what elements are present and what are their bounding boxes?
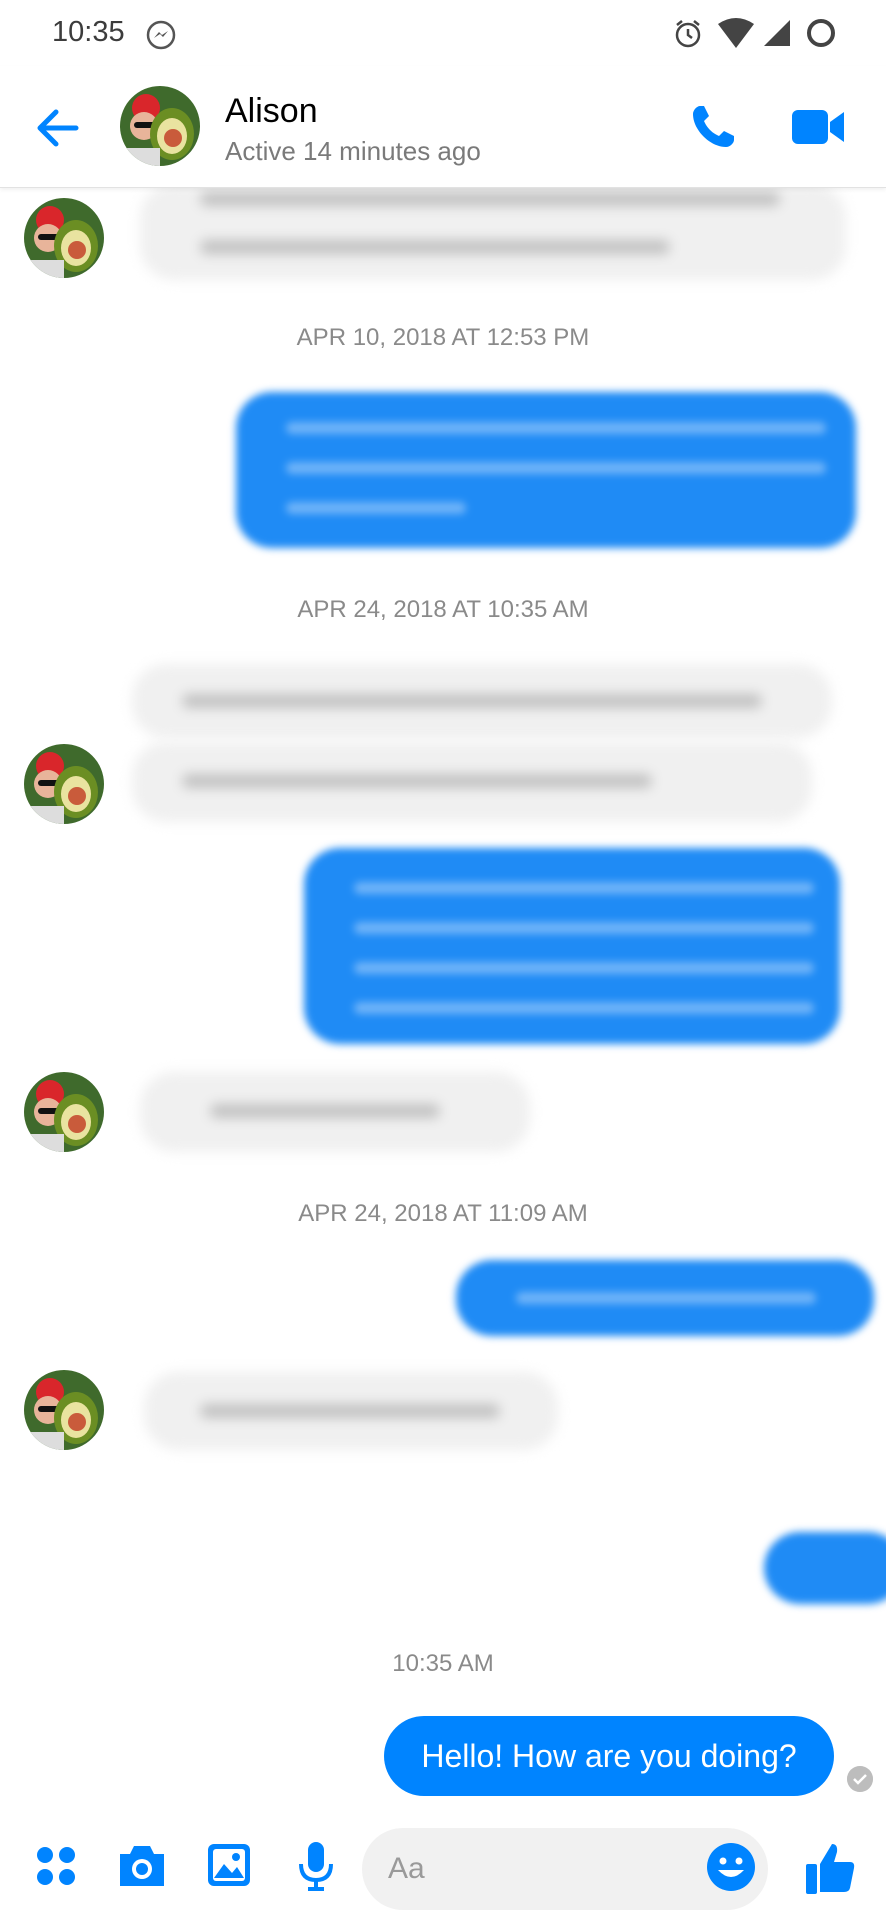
incoming-message-bubble[interactable]: [140, 184, 846, 280]
outgoing-message-bubble[interactable]: [304, 848, 840, 1044]
contact-avatar-small: [24, 744, 104, 824]
conversation-header: Alison Active 14 minutes ago: [0, 66, 886, 188]
message-composer: [0, 1820, 886, 1920]
incoming-message-bubble[interactable]: [132, 742, 812, 822]
outgoing-message-bubble[interactable]: [764, 1532, 886, 1604]
signal-icon: [764, 20, 790, 46]
messenger-icon: [146, 20, 176, 50]
message-timestamp: 10:35 AM: [392, 1650, 494, 1677]
contact-avatar[interactable]: [120, 86, 200, 166]
wifi-icon: [718, 18, 754, 48]
alarm-icon: [675, 20, 701, 48]
message-timestamp: APR 24, 2018 AT 11:09 AM: [298, 1200, 588, 1227]
status-bar: 10:35: [0, 0, 886, 66]
incoming-message-bubble[interactable]: [144, 1372, 558, 1450]
contact-avatar-small: [24, 198, 104, 278]
thumbs-up-icon[interactable]: [804, 1840, 856, 1896]
microphone-icon[interactable]: [296, 1840, 336, 1892]
apps-grid-icon[interactable]: [34, 1844, 78, 1888]
read-receipt-icon: [847, 1766, 873, 1792]
outgoing-message-bubble[interactable]: [456, 1260, 874, 1336]
contact-active-status: Active 14 minutes ago: [225, 136, 481, 166]
outgoing-message-bubble[interactable]: [236, 392, 856, 548]
contact-avatar-small: [24, 1370, 104, 1450]
incoming-message-bubble[interactable]: [132, 664, 832, 738]
incoming-message-bubble[interactable]: [140, 1072, 530, 1152]
contact-name[interactable]: Alison: [225, 92, 318, 131]
message-timestamp: APR 10, 2018 AT 12:53 PM: [296, 324, 590, 351]
emoji-icon[interactable]: [706, 1842, 756, 1892]
outgoing-message-bubble[interactable]: Hello! How are you doing?: [384, 1716, 834, 1796]
battery-icon: [807, 19, 835, 47]
message-timestamp: APR 24, 2018 AT 10:35 AM: [297, 596, 589, 623]
gallery-icon[interactable]: [206, 1842, 252, 1888]
status-time: 10:35: [52, 16, 125, 48]
phone-icon[interactable]: [688, 102, 738, 152]
back-arrow-icon[interactable]: [30, 100, 86, 156]
camera-icon[interactable]: [116, 1842, 168, 1890]
video-camera-icon[interactable]: [790, 104, 846, 150]
contact-avatar-small: [24, 1072, 104, 1152]
